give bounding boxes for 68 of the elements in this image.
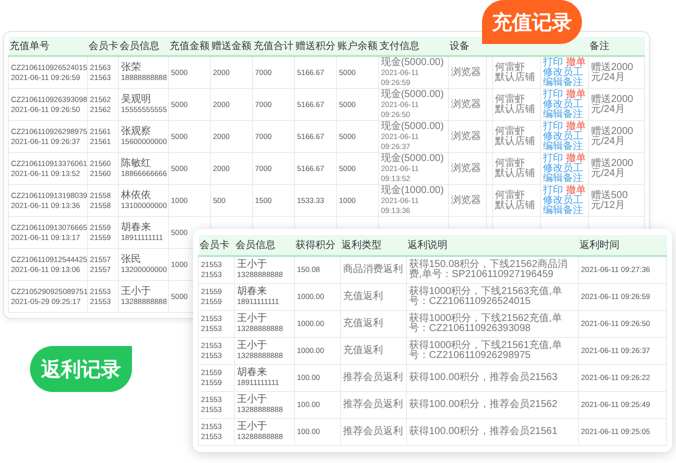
table-cell: 获得1000积分，下线21561充值,单号：CZ2106110926298975 — [406, 338, 578, 364]
column-header: 返利类型 — [340, 235, 406, 256]
table-cell: 获得100.00积分，推荐会员21562 — [406, 392, 578, 418]
action-link[interactable]: 打印 — [543, 152, 563, 164]
table-cell: 赠送2000元/24月 — [588, 56, 644, 88]
column-header: 充值合计 — [252, 37, 294, 56]
column-header: 赠送积分 — [294, 37, 336, 56]
speech-bubble: 返利记录 — [30, 346, 132, 392]
table-cell: 赠送2000元/24月 — [588, 120, 644, 152]
action-link[interactable]: 撤单 — [566, 56, 586, 68]
table-cell: 赠送2000元/24月 — [588, 152, 644, 184]
action-link[interactable]: 编辑备注 — [543, 108, 583, 120]
action-link[interactable]: 编辑备注 — [543, 204, 583, 216]
table-cell: 何雷虾 默认店铺 — [492, 184, 540, 216]
action-link[interactable]: 编辑备注 — [543, 76, 583, 88]
column-header: 会员信息 — [234, 235, 294, 256]
column-header: 备注 — [588, 37, 644, 56]
table-cell: 何雷虾 默认店铺 — [492, 120, 540, 152]
action-link[interactable]: 打印 — [543, 120, 563, 132]
column-header: 会员信息 — [118, 37, 168, 56]
column-header: 充值金额 — [168, 37, 210, 56]
table-cell: 何雷虾 默认店铺 — [492, 56, 540, 88]
table-cell: 获得100.00积分，推荐会员21561 — [406, 418, 578, 446]
table-cell: 商品消费返利 — [340, 256, 406, 284]
action-link[interactable]: 撤单 — [566, 88, 586, 100]
table-cell: 获得100.00积分，推荐会员21563 — [406, 364, 578, 392]
action-link[interactable]: 撤单 — [566, 184, 586, 196]
table-cell: 浏览器 — [448, 120, 486, 152]
table-cell: 浏览器 — [448, 88, 486, 120]
table-cell: 何雷虾 默认店铺 — [492, 152, 540, 184]
action-link[interactable]: 修改员工 — [543, 98, 583, 110]
column-header: 支付信息 — [378, 37, 448, 56]
action-link[interactable]: 修改员工 — [543, 162, 583, 174]
table-cell: 获得150.08积分，下线21562商品消费,单号：SP2106110927196459 — [406, 256, 578, 284]
table-cell: 推荐会员返利 — [340, 364, 406, 392]
column-header: 会员卡 — [88, 37, 118, 56]
column-header: 账户余额 — [336, 37, 378, 56]
table-cell: 充值返利 — [340, 338, 406, 364]
column-header: 返利说明 — [406, 235, 578, 256]
action-link[interactable]: 编辑备注 — [543, 140, 583, 152]
action-link[interactable]: 撤单 — [566, 120, 586, 132]
column-header: 赠送金额 — [210, 37, 252, 56]
table-cell: 赠送500元/12月 — [588, 184, 644, 216]
action-link[interactable]: 编辑备注 — [543, 172, 583, 184]
action-link[interactable]: 撤单 — [566, 152, 586, 164]
action-link[interactable]: 打印 — [543, 88, 563, 100]
column-header: 充值单号 — [8, 37, 88, 56]
table-cell: 浏览器 — [448, 56, 486, 88]
table-cell: 何雷虾 默认店铺 — [492, 88, 540, 120]
table-cell: 获得1000积分，下线21562充值,单号：CZ2106110926393098 — [406, 310, 578, 338]
table-cell: 浏览器 — [448, 152, 486, 184]
table-cell: 充值返利 — [340, 284, 406, 310]
table-cell: 推荐会员返利 — [340, 418, 406, 446]
action-link[interactable]: 修改员工 — [543, 130, 583, 142]
action-link[interactable]: 修改员工 — [543, 194, 583, 206]
table-cell: 浏览器 — [448, 184, 486, 216]
column-header: 设备 — [448, 37, 486, 56]
action-link[interactable]: 打印 — [543, 56, 563, 68]
column-header: 获得积分 — [294, 235, 340, 256]
table-cell: 推荐会员返利 — [340, 392, 406, 418]
column-header: 返利时间 — [578, 235, 666, 256]
speech-bubble: 充值记录 — [482, 0, 582, 44]
action-link[interactable]: 修改员工 — [543, 66, 583, 78]
action-link[interactable]: 打印 — [543, 184, 563, 196]
table-cell: 充值返利 — [340, 310, 406, 338]
table-cell: 获得1000积分，下线21563充值,单号：CZ2106110926524015 — [406, 284, 578, 310]
column-header: 会员卡 — [198, 235, 234, 256]
table-cell: 赠送2000元/24月 — [588, 88, 644, 120]
